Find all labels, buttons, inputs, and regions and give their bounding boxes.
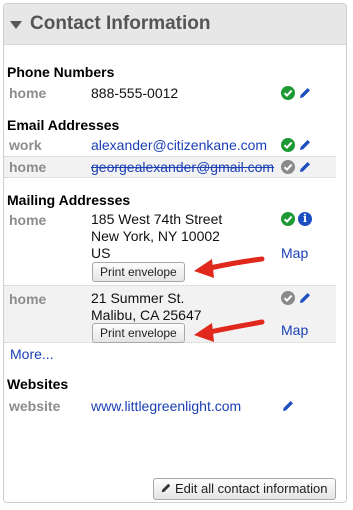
print-envelope-button[interactable]: Print envelope bbox=[92, 323, 185, 343]
unverified-check-icon bbox=[281, 291, 295, 305]
edit-pencil-icon[interactable] bbox=[298, 138, 312, 152]
email-row-work: work alexander@citizenkane.com bbox=[4, 136, 336, 156]
map-link[interactable]: Map bbox=[281, 245, 308, 261]
mailing-row-2: home 21 Summer St. Malibu, CA 25647 Map … bbox=[4, 285, 336, 343]
address-line: US bbox=[91, 245, 111, 261]
address-line: New York, NY 10002 bbox=[91, 228, 220, 244]
phone-label: home bbox=[9, 85, 47, 101]
email-section-title: Email Addresses bbox=[7, 117, 120, 133]
mailing-label-2: home bbox=[9, 291, 47, 307]
pencil-icon bbox=[161, 483, 171, 493]
email-link-home[interactable]: georgealexander@gmail.com bbox=[91, 159, 274, 176]
verified-check-icon bbox=[281, 212, 295, 226]
panel-header[interactable]: Contact Information bbox=[4, 4, 346, 45]
website-row: website www.littlegreenlight.com bbox=[4, 395, 336, 417]
map-link[interactable]: Map bbox=[281, 322, 308, 338]
address-line: Malibu, CA 25647 bbox=[91, 307, 202, 323]
websites-section-title: Websites bbox=[7, 376, 69, 392]
more-addresses-link[interactable]: More... bbox=[10, 346, 54, 362]
collapse-triangle-icon[interactable] bbox=[10, 21, 22, 29]
email-label-work: work bbox=[9, 137, 42, 153]
annotation-arrow bbox=[194, 319, 265, 342]
info-icon[interactable]: i bbox=[298, 212, 312, 226]
verified-check-icon bbox=[281, 86, 295, 100]
edit-pencil-icon[interactable] bbox=[281, 399, 295, 413]
address-line: 21 Summer St. bbox=[91, 290, 185, 306]
website-link[interactable]: www.littlegreenlight.com bbox=[91, 398, 241, 415]
mailing-row-1: home 185 West 74th Street New York, NY 1… bbox=[4, 210, 336, 284]
mailing-label-1: home bbox=[9, 212, 47, 228]
phone-value: 888-555-0012 bbox=[91, 85, 179, 101]
unverified-check-icon bbox=[281, 160, 295, 174]
verified-check-icon bbox=[281, 138, 295, 152]
email-link-work[interactable]: alexander@citizenkane.com bbox=[91, 137, 267, 154]
website-label: website bbox=[9, 398, 61, 414]
edit-pencil-icon[interactable] bbox=[298, 160, 312, 174]
edit-all-contact-button[interactable]: Edit all contact information bbox=[153, 478, 337, 500]
edit-pencil-icon[interactable] bbox=[298, 86, 312, 100]
annotation-arrow bbox=[194, 256, 265, 278]
address-line: 185 West 74th Street bbox=[91, 211, 223, 227]
phone-row: home 888-555-0012 bbox=[4, 83, 336, 105]
phone-section-title: Phone Numbers bbox=[7, 64, 115, 80]
email-label-home: home bbox=[9, 159, 47, 175]
email-row-home: home georgealexander@gmail.com bbox=[4, 156, 336, 178]
edit-pencil-icon[interactable] bbox=[298, 291, 312, 305]
mailing-section-title: Mailing Addresses bbox=[7, 192, 131, 208]
panel-title: Contact Information bbox=[30, 13, 211, 34]
edit-all-label: Edit all contact information bbox=[175, 481, 328, 496]
print-envelope-button[interactable]: Print envelope bbox=[92, 262, 185, 282]
